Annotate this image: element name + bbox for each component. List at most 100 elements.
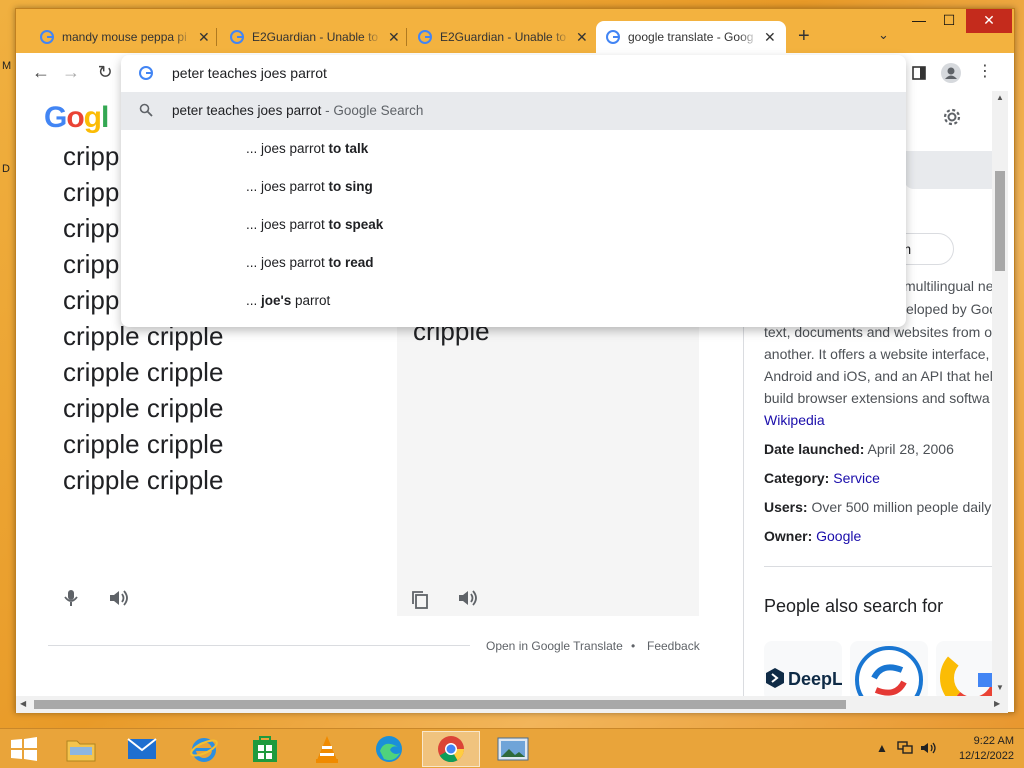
- google-search-engine-icon: [139, 66, 153, 80]
- omnibox-suggestion[interactable]: ... joes parrot to talk: [121, 130, 906, 168]
- taskbar: ▲ 9:22 AM 12/12/2022: [0, 728, 1024, 768]
- related-card-deepl[interactable]: DeepL: [764, 641, 842, 696]
- address-bar-text[interactable]: peter teaches joes parrot: [172, 65, 327, 81]
- omnibox-suggestion[interactable]: peter teaches joes parrot - Google Searc…: [121, 92, 906, 130]
- open-in-google-translate-link[interactable]: Open in Google Translate: [486, 639, 623, 653]
- browser-menu-button[interactable]: ⋮: [974, 61, 996, 83]
- source-text-line: cripple cripple: [63, 357, 224, 387]
- windows-logo-icon: [11, 737, 37, 761]
- show-hidden-icons-button[interactable]: ▲: [876, 741, 888, 755]
- google-favicon-icon: [606, 30, 620, 44]
- tab-e2guardian-1[interactable]: E2Guardian - Unable to ✕: [220, 21, 410, 53]
- omnibox-suggestion[interactable]: ... joes parrot to read: [121, 244, 906, 282]
- fact-users: Users: Over 500 million people daily: [764, 499, 992, 515]
- folder-icon: [66, 740, 96, 762]
- wikipedia-link[interactable]: Wikipedia: [764, 412, 825, 428]
- taskbar-internet-explorer[interactable]: [175, 731, 233, 767]
- description-line: multilingual ne: [904, 278, 992, 294]
- description-line: another. It offers a website interface,: [764, 346, 990, 362]
- tab-close-button[interactable]: ✕: [764, 29, 776, 46]
- related-card-google[interactable]: [936, 641, 992, 696]
- search-icon: [139, 103, 153, 117]
- tab-label: google translate - Goog: [628, 30, 754, 44]
- profile-avatar-icon[interactable]: [941, 63, 961, 83]
- fact-category: Category: Service: [764, 470, 880, 486]
- google-g-icon: [940, 645, 992, 696]
- tab-label: mandy mouse peppa pi: [62, 30, 187, 44]
- taskbar-clock[interactable]: 9:22 AM 12/12/2022: [948, 734, 1014, 764]
- side-panel-icon[interactable]: [912, 66, 926, 80]
- feedback-link[interactable]: Feedback: [647, 639, 700, 653]
- taskbar-file-explorer[interactable]: [52, 731, 110, 767]
- fact-date-launched: Date launched: April 28, 2006: [764, 441, 954, 457]
- microphone-icon[interactable]: [60, 587, 82, 609]
- reload-button[interactable]: ↻: [94, 61, 116, 83]
- mail-icon: [127, 738, 157, 759]
- tab-close-button[interactable]: ✕: [576, 29, 588, 46]
- vertical-scroll-thumb[interactable]: [995, 171, 1005, 271]
- knowledge-panel-divider: [764, 566, 992, 567]
- taskbar-store[interactable]: [236, 731, 294, 767]
- tab-strip: mandy mouse peppa pi ✕ E2Guardian - Unab…: [16, 9, 1014, 53]
- tab-label: E2Guardian - Unable to: [252, 30, 379, 44]
- footer-divider: [48, 645, 470, 646]
- listen-source-icon[interactable]: [107, 587, 129, 609]
- vertical-scrollbar[interactable]: ▲ ▼: [992, 91, 1008, 696]
- people-also-search-heading: People also search for: [764, 596, 944, 616]
- omnibox-suggestion[interactable]: ... joe's parrot: [121, 282, 906, 320]
- network-icon[interactable]: [897, 741, 913, 755]
- minimize-button[interactable]: —: [904, 9, 934, 33]
- omnibox-suggestion[interactable]: ... joes parrot to sing: [121, 168, 906, 206]
- tab-google-translate[interactable]: google translate - Goog ✕: [596, 21, 786, 53]
- tab-close-button[interactable]: ✕: [198, 29, 210, 46]
- google-doodle-logo[interactable]: Gogl: [44, 101, 109, 135]
- source-text-line: cripple cripple: [63, 465, 224, 495]
- omnibox-suggestion[interactable]: ... joes parrot to speak: [121, 206, 906, 244]
- horizontal-scrollbar[interactable]: ◀ ▶: [16, 696, 1008, 713]
- start-button[interactable]: [0, 731, 48, 767]
- listen-translation-icon[interactable]: [456, 587, 478, 609]
- description-line: eloped by Goo: [906, 301, 992, 317]
- tab-close-button[interactable]: ✕: [388, 29, 400, 46]
- google-favicon-icon: [418, 30, 432, 44]
- clock-date: 12/12/2022: [958, 750, 1014, 762]
- store-icon: [253, 736, 277, 762]
- copy-icon[interactable]: [409, 589, 431, 611]
- close-window-button[interactable]: ✕: [966, 9, 1012, 33]
- taskbar-mail[interactable]: [113, 731, 171, 767]
- browser-window: mandy mouse peppa pi ✕ E2Guardian - Unab…: [15, 8, 1015, 713]
- edge-icon: [376, 736, 402, 762]
- volume-icon[interactable]: [920, 741, 938, 755]
- tab-e2guardian-2[interactable]: E2Guardian - Unable to ✕: [408, 21, 598, 53]
- address-bar[interactable]: peter teaches joes parrot: [121, 55, 906, 91]
- taskbar-vlc[interactable]: [298, 731, 356, 767]
- tab-mandy-mouse[interactable]: mandy mouse peppa pi ✕: [30, 21, 220, 53]
- vlc-icon: [316, 736, 338, 763]
- taskbar-edge[interactable]: [360, 731, 418, 767]
- back-button[interactable]: ←: [30, 61, 52, 83]
- horizontal-scroll-thumb[interactable]: [34, 700, 846, 709]
- taskbar-chrome[interactable]: [422, 731, 480, 767]
- new-tab-button[interactable]: +: [798, 25, 810, 48]
- owner-link[interactable]: Google: [812, 528, 861, 544]
- source-text-line: crippl: [63, 141, 126, 171]
- sync-arrows-icon: [855, 646, 923, 696]
- desktop-edge-letter: M: [2, 60, 12, 72]
- desktop-edge-letter: D: [2, 163, 10, 175]
- chrome-icon: [438, 736, 465, 763]
- deepl-label: DeepL: [788, 669, 842, 689]
- taskbar-photos[interactable]: [484, 731, 542, 767]
- description-line: build browser extensions and softwa: [764, 390, 990, 406]
- source-text-line: cripple cripple: [63, 393, 224, 423]
- tab-separator: [216, 28, 217, 46]
- category-link[interactable]: Service: [829, 470, 880, 486]
- related-card-app[interactable]: [850, 641, 928, 696]
- tab-separator: [406, 28, 407, 46]
- source-text-line: cripple cripple: [63, 429, 224, 459]
- source-text-line: cripp: [63, 249, 120, 279]
- forward-button[interactable]: →: [60, 61, 82, 83]
- knowledge-panel-image[interactable]: [904, 151, 992, 189]
- maximize-button[interactable]: ☐: [934, 9, 964, 33]
- tab-search-button[interactable]: ⌄: [878, 27, 889, 43]
- google-favicon-icon: [40, 30, 54, 44]
